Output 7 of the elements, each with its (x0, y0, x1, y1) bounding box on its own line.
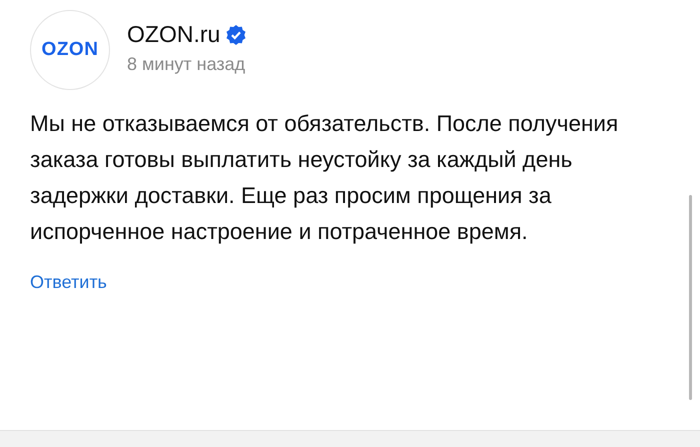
post-text: Мы не отказываемся от обязательств. После получения заказа готовы выплатить неустойку за каждый день задержки доставки. Еще раз просим прощения за испорченное настроение и потраченное время. (30, 110, 620, 246)
post-time: 8 минут назад (127, 54, 246, 75)
avatar-logo-text: OZON (42, 39, 98, 61)
reply-link[interactable]: Ответить (30, 272, 107, 293)
scrollbar[interactable] (689, 195, 692, 400)
author-name[interactable]: OZON.ru (127, 21, 220, 48)
avatar[interactable]: OZON (30, 10, 110, 90)
